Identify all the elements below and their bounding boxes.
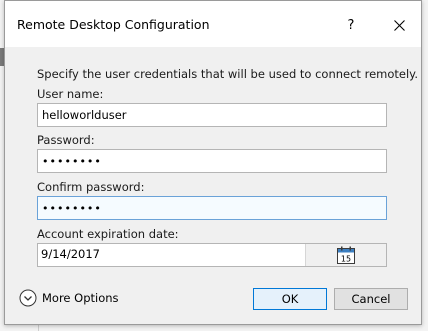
calendar-icon: 15 [337, 246, 355, 264]
close-icon [393, 19, 405, 31]
confirm-password-input[interactable] [37, 196, 387, 220]
expiration-date-label: Account expiration date: [37, 227, 179, 241]
calendar-button[interactable]: 15 [305, 244, 386, 266]
expiration-date-value: 9/14/2017 [41, 247, 100, 261]
title-bar: Remote Desktop Configuration ? [5, 1, 421, 47]
close-button[interactable] [379, 9, 419, 41]
username-label: User name: [37, 87, 104, 101]
dialog-body: Specify the user credentials that will b… [5, 47, 421, 324]
more-options-label: More Options [42, 291, 119, 305]
remote-desktop-dialog: Remote Desktop Configuration ? Specify t… [4, 0, 422, 325]
help-button[interactable]: ? [331, 9, 371, 41]
chevron-down-circle-icon [19, 289, 37, 307]
confirm-password-label: Confirm password: [37, 180, 145, 194]
cancel-button[interactable]: Cancel [334, 288, 408, 310]
window-title: Remote Desktop Configuration [17, 17, 210, 32]
more-options-toggle[interactable]: More Options [19, 289, 119, 307]
password-label: Password: [37, 133, 95, 147]
username-input[interactable] [37, 103, 387, 127]
calendar-day-number: 15 [341, 255, 351, 264]
ok-button[interactable]: OK [253, 288, 327, 310]
expiration-date-picker[interactable]: 9/14/2017 15 [37, 243, 387, 267]
instructions-text: Specify the user credentials that will b… [37, 67, 418, 81]
help-icon: ? [347, 17, 355, 33]
password-input[interactable] [37, 149, 387, 173]
